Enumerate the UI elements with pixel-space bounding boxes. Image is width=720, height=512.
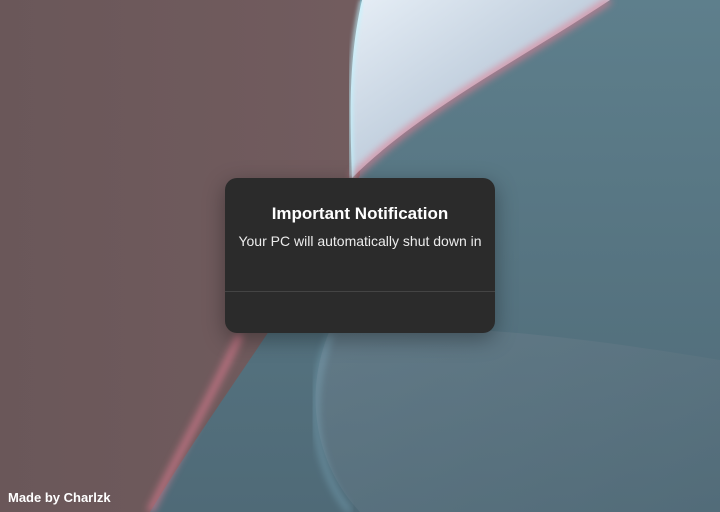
dialog-title: Important Notification <box>271 204 449 223</box>
dialog-action-area[interactable] <box>225 292 495 333</box>
desktop: Important Notification Your PC will auto… <box>0 0 720 512</box>
notification-dialog: Important Notification Your PC will auto… <box>225 178 495 333</box>
dialog-message: Your PC will automatically shut down in <box>238 233 482 249</box>
credit-text: Made by Charlzk <box>8 490 111 505</box>
